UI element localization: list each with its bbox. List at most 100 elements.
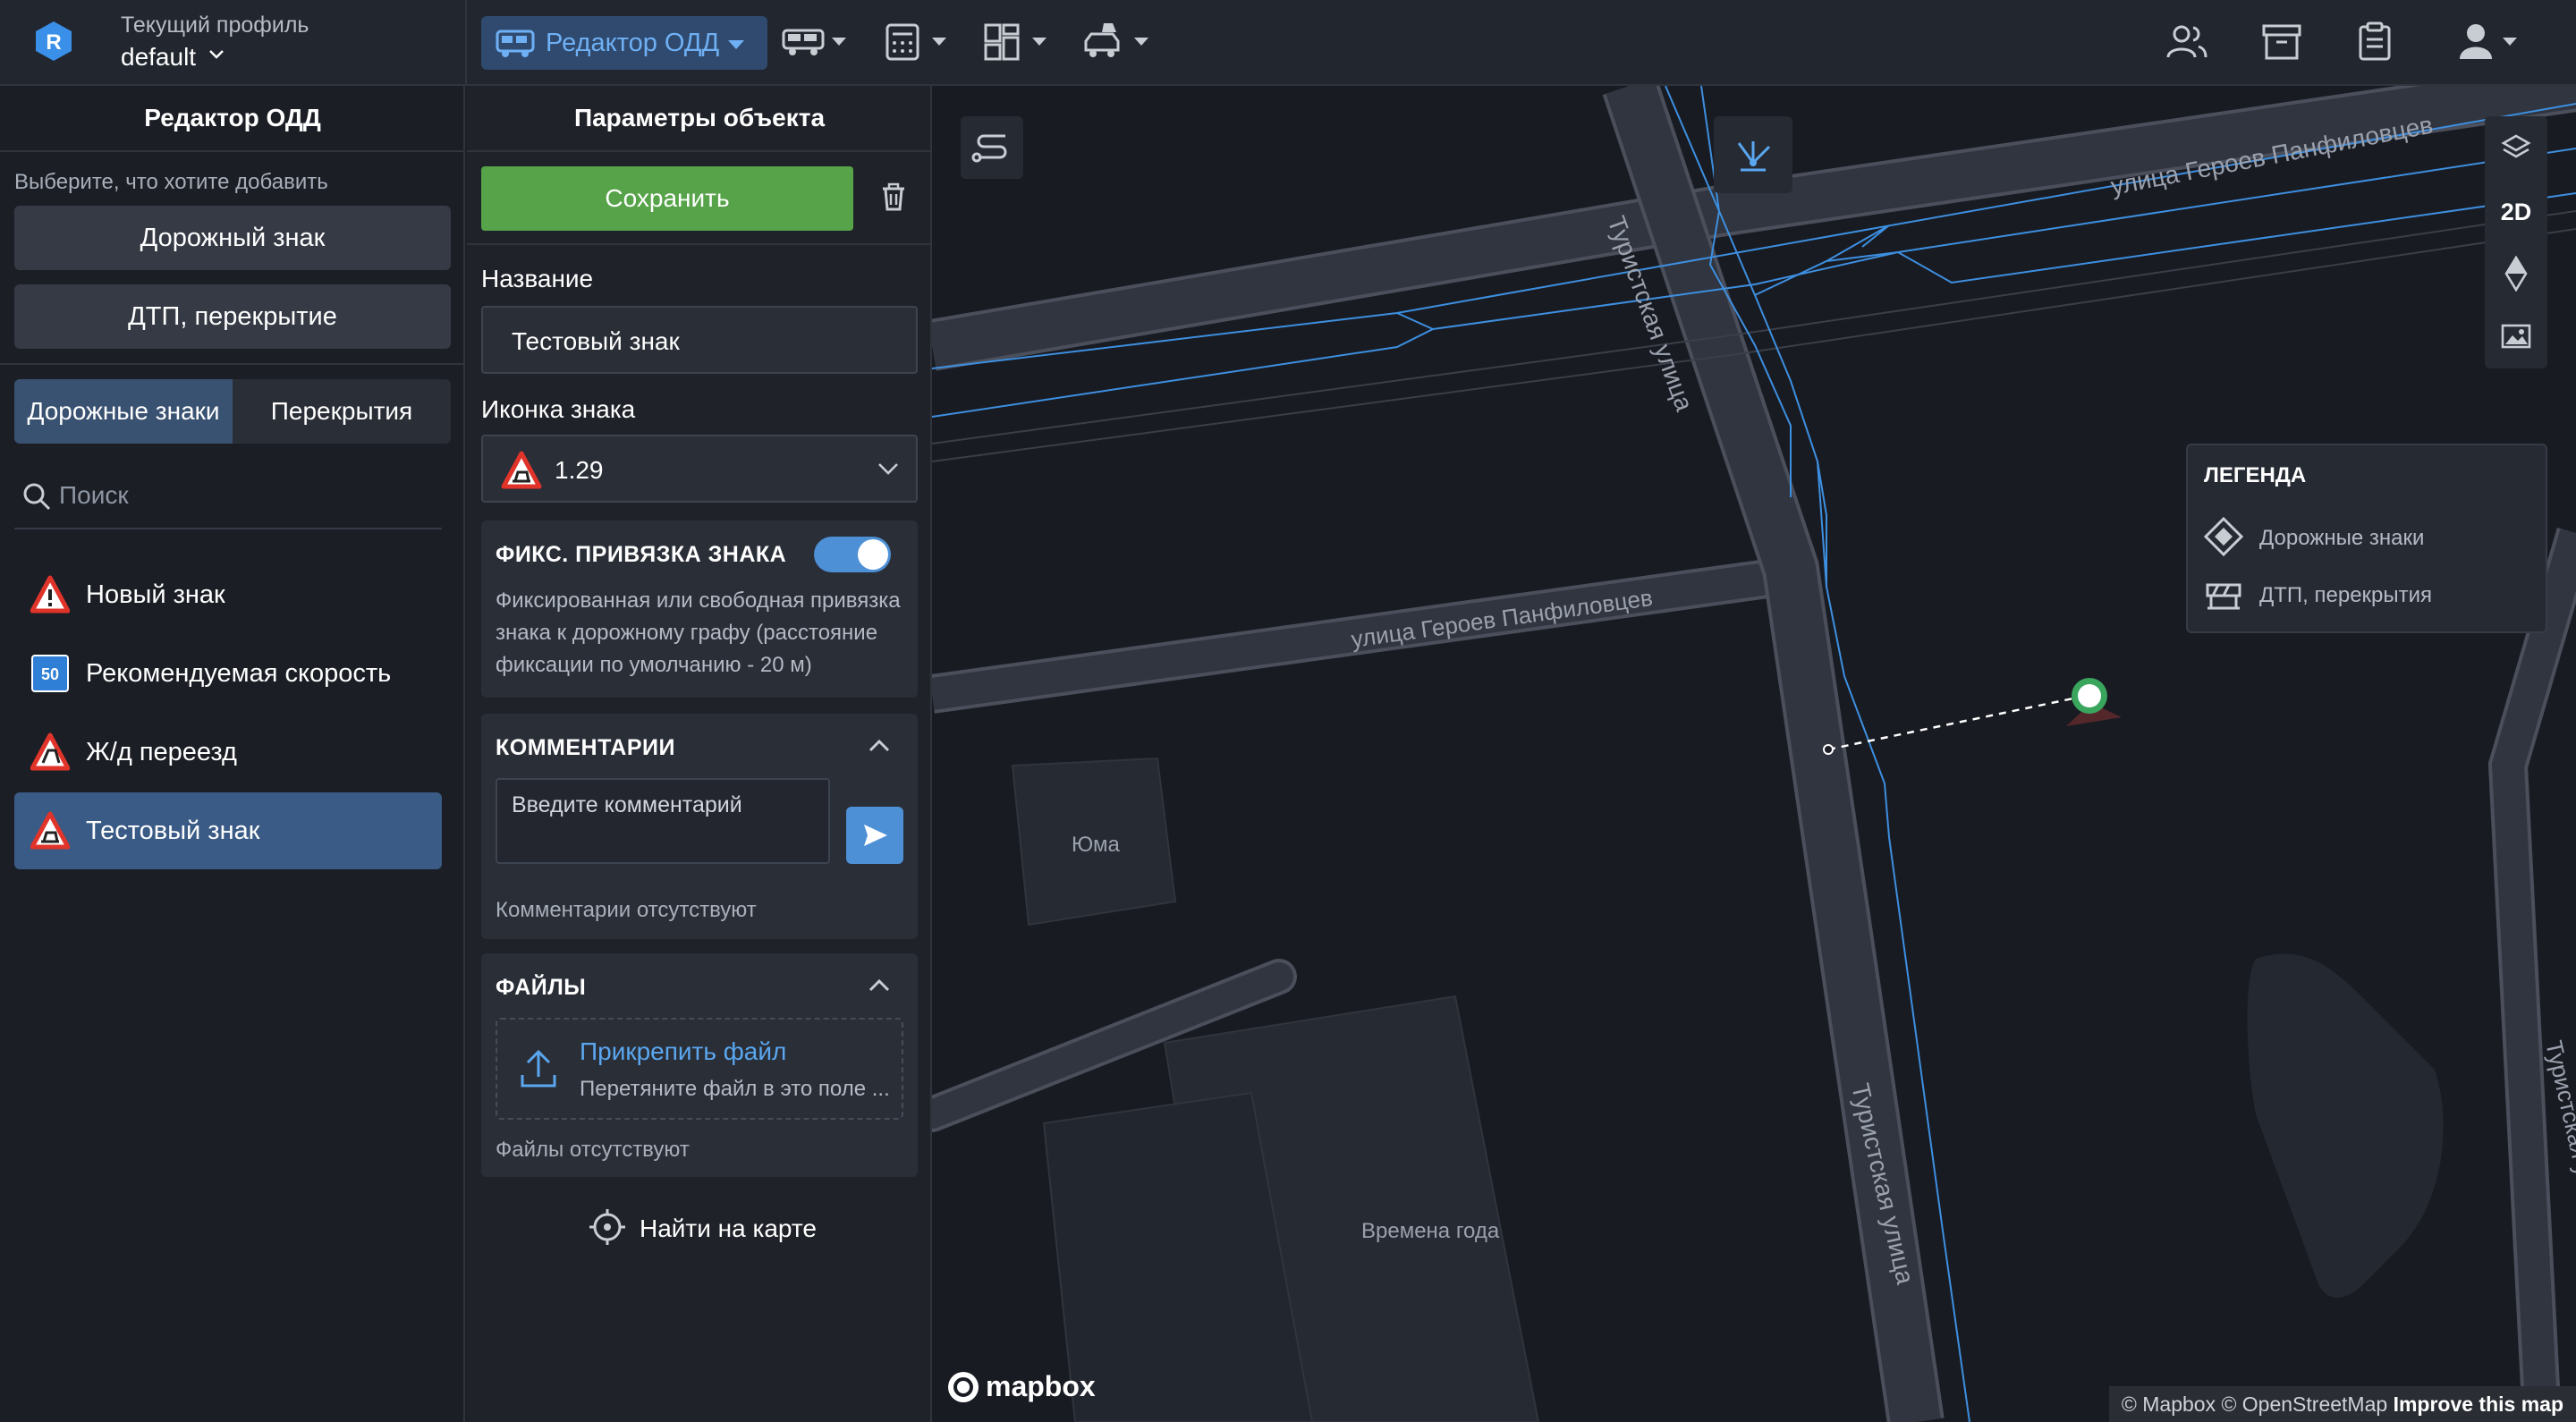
chevron-up-icon[interactable]: [868, 737, 891, 753]
incident-menu-button[interactable]: [1082, 20, 1152, 66]
odd-editor-panel: Редактор ОДД Выберите, что хотите добави…: [0, 86, 465, 1422]
dashboard-icon: [984, 23, 1046, 61]
mapbox-icon: [948, 1372, 979, 1402]
binding-toggle[interactable]: [814, 537, 891, 572]
map-canvas: улица Героев Панфиловцев Туристская улиц…: [932, 86, 2576, 1422]
svg-text:50: 50: [41, 665, 59, 683]
top-bar: R Текущий профиль default Редактор ОДД: [0, 0, 2576, 86]
send-comment-button[interactable]: [846, 807, 903, 864]
list-item[interactable]: Ж/д переезд: [14, 714, 442, 791]
save-button[interactable]: Сохранить: [481, 166, 853, 231]
divider: [0, 150, 465, 152]
trash-icon[interactable]: [880, 182, 907, 211]
name-label: Название: [481, 265, 594, 292]
search-icon: [23, 483, 51, 511]
compass-icon[interactable]: [2501, 256, 2531, 292]
legend-item: Дорожные знаки: [2203, 516, 2424, 557]
route-icon: [971, 134, 1007, 163]
map-attribution: © Mapbox © OpenStreetMap Improve this ma…: [2108, 1386, 2576, 1422]
user-avatar-icon[interactable]: [2451, 20, 2522, 64]
list-item[interactable]: 50 Рекомендуемая скорость: [14, 635, 442, 712]
car-icon: [782, 29, 846, 55]
category-tabs: Дорожные знаки Перекрытия: [14, 379, 451, 444]
binding-card: ФИКС. ПРИВЯЗКА ЗНАКА Фиксированная или с…: [481, 521, 918, 698]
svg-text:R: R: [46, 30, 61, 55]
car-alert-icon: [1084, 23, 1148, 57]
search-input[interactable]: Поиск: [14, 465, 442, 529]
toggle-knob: [858, 539, 888, 570]
add-hint: Выберите, что хотите добавить: [14, 170, 328, 194]
map-view[interactable]: улица Героев Панфиловцев Туристская улиц…: [932, 86, 2576, 1422]
legend-label: ДТП, перекрытия: [2259, 583, 2433, 607]
map-controls: 2D: [2485, 116, 2547, 368]
add-incident-button[interactable]: ДТП, перекрытие: [14, 284, 451, 349]
comments-card: КОММЕНТАРИИ Введите комментарий Коммента…: [481, 714, 918, 939]
improve-map-link[interactable]: Improve this map: [2394, 1392, 2563, 1416]
list-item-label: Тестовый знак: [86, 817, 260, 845]
legend-item: ДТП, перекрытия: [2204, 574, 2432, 614]
list-item[interactable]: Новый знак: [14, 556, 442, 633]
panel-title: Параметры объекта: [573, 104, 826, 131]
dashboard-menu-button[interactable]: [984, 20, 1050, 66]
icon-select[interactable]: 1.29: [481, 435, 918, 503]
route-tool-button[interactable]: [961, 116, 1023, 179]
divider: [467, 150, 932, 152]
building-label: Времена года: [1361, 1219, 1500, 1243]
name-field[interactable]: Тестовый знак: [481, 306, 918, 374]
archive-icon[interactable]: [2259, 20, 2304, 64]
chevron-down-icon[interactable]: [208, 48, 225, 61]
attribution-text[interactable]: © Mapbox © OpenStreetMap: [2122, 1392, 2387, 1416]
bus-icon: [496, 30, 535, 57]
binding-description: Фиксированная или свободная привязка зна…: [496, 588, 901, 677]
files-card: ФАЙЛЫ Прикрепить файл Перетяните файл в …: [481, 953, 918, 1177]
icon-value: 1.29: [555, 456, 604, 484]
binding-title: ФИКС. ПРИВЯЗКА ЗНАКА: [496, 542, 787, 567]
panel-title: Редактор ОДД: [144, 104, 321, 131]
graph-tool-button[interactable]: [1714, 116, 1792, 193]
sign-1-29-icon: [501, 451, 542, 489]
drop-hint: Перетяните файл в это поле ...: [580, 1077, 890, 1101]
mapbox-wordmark: mapbox: [986, 1370, 1096, 1402]
file-dropzone[interactable]: Прикрепить файл Перетяните файл в это по…: [496, 1018, 903, 1120]
find-on-map-button[interactable]: Найти на карте: [588, 1207, 817, 1250]
files-empty: Файлы отсутствуют: [496, 1138, 690, 1162]
find-on-map-label: Найти на карте: [640, 1215, 817, 1242]
caret-down-icon: [728, 40, 744, 49]
map-legend: ЛЕГЕНДА Дорожные знаки ДТП, перекрытия: [2186, 444, 2547, 633]
chevron-down-icon: [878, 463, 898, 475]
add-road-sign-button[interactable]: Дорожный знак: [14, 206, 451, 270]
railway-crossing-sign-icon: [30, 732, 70, 771]
list-item-selected[interactable]: Тестовый знак: [14, 792, 442, 869]
building-label: Юма: [1072, 833, 1120, 857]
mode-selector-button[interactable]: Редактор ОДД: [481, 16, 767, 70]
legend-title: ЛЕГЕНДА: [2204, 463, 2307, 487]
object-params-panel: Параметры объекта Сохранить Название Тес…: [467, 86, 932, 1422]
send-icon: [864, 825, 887, 846]
list-item-label: Новый знак: [86, 580, 225, 609]
users-icon[interactable]: [2165, 20, 2209, 64]
road-sign-diamond-icon: [2203, 516, 2244, 557]
graph-node-icon: [1737, 141, 1771, 172]
comment-input[interactable]: Введите комментарий: [496, 778, 830, 864]
chevron-up-icon[interactable]: [868, 977, 891, 993]
clipboard-icon[interactable]: [2352, 20, 2397, 64]
mapbox-logo[interactable]: mapbox: [946, 1370, 1096, 1409]
2d-toggle-button[interactable]: 2D: [2485, 199, 2547, 226]
profile-selector[interactable]: default: [121, 43, 196, 72]
graph-anchor-point: [1823, 744, 1834, 755]
calculator-menu-button[interactable]: [886, 20, 950, 66]
layers-icon[interactable]: [2501, 132, 2531, 163]
tab-road-signs[interactable]: Дорожные знаки: [14, 379, 233, 444]
comment-placeholder: Введите комментарий: [512, 792, 742, 817]
transport-menu-button[interactable]: [782, 20, 850, 66]
warning-sign-icon: [30, 811, 70, 850]
name-value: Тестовый знак: [512, 327, 680, 355]
mode-label: Редактор ОДД: [546, 29, 720, 57]
barrier-icon: [2206, 583, 2241, 610]
profile-label: Текущий профиль: [121, 13, 309, 38]
divider: [465, 0, 467, 86]
tab-closures[interactable]: Перекрытия: [233, 379, 451, 444]
attach-file-link[interactable]: Прикрепить файл: [580, 1037, 786, 1066]
app-logo[interactable]: R: [32, 20, 75, 63]
image-icon[interactable]: [2500, 322, 2532, 351]
